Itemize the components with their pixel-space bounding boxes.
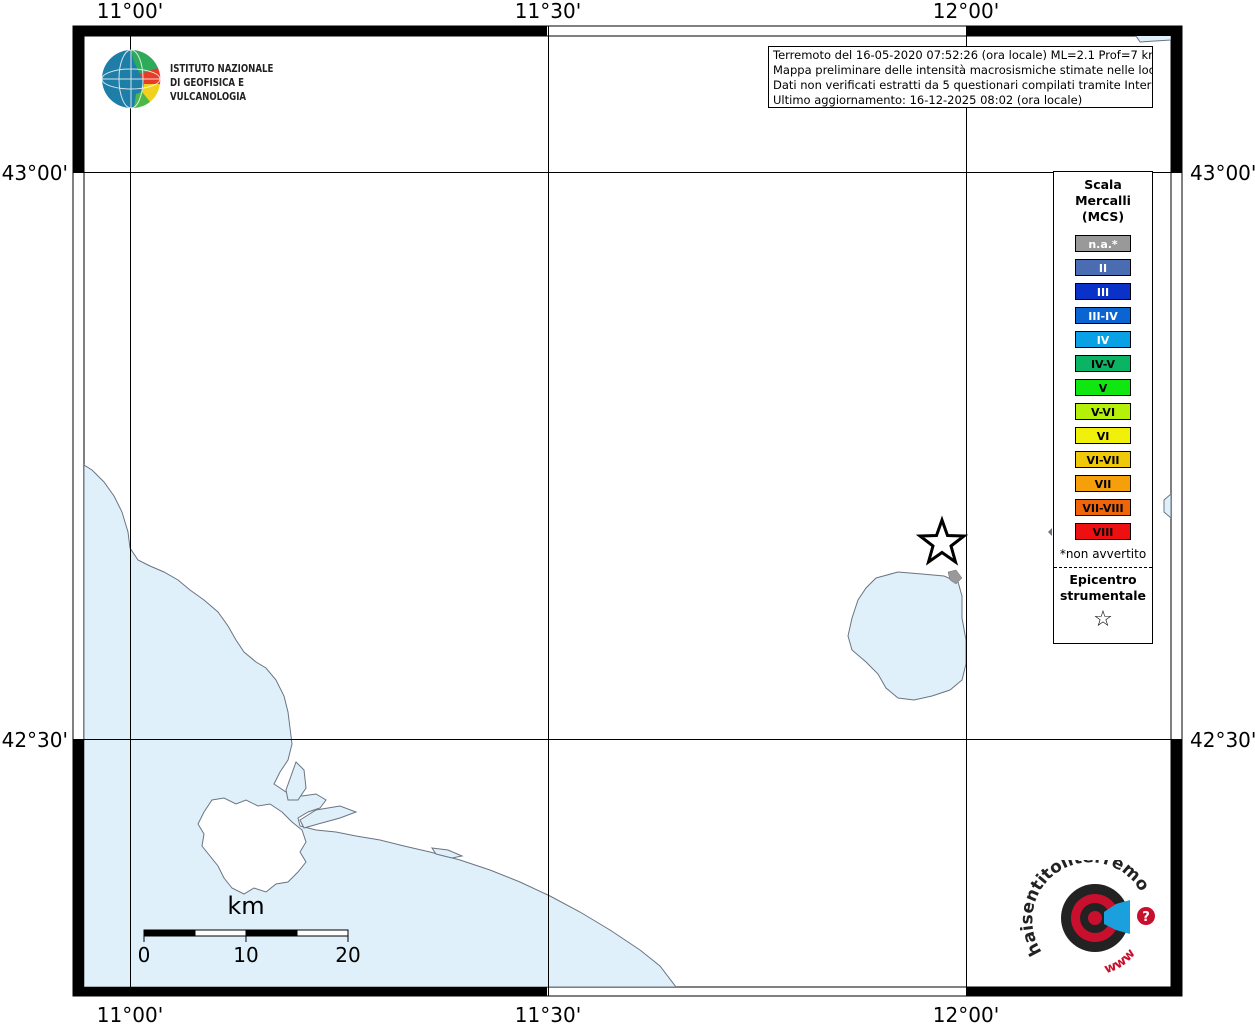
ingv-logo: ISTITUTO NAZIONALE DI GEOFISICA E VULCAN… bbox=[100, 48, 330, 110]
scale-tick-label: 10 bbox=[233, 943, 258, 967]
lon-label-top: 11°30' bbox=[515, 0, 581, 23]
lat-label-right: 42°30' bbox=[1190, 728, 1255, 752]
event-info-line: Terremoto del 16-05-2020 07:52:26 (ora l… bbox=[773, 48, 1153, 62]
hst-logo[interactable]: haisentitoilterremoto.it www ? bbox=[1014, 845, 1170, 980]
lat-label-left: 43°00' bbox=[2, 161, 68, 185]
event-info-box: Terremoto del 16-05-2020 07:52:26 (ora l… bbox=[768, 46, 1153, 108]
legend-item: VII-VIII bbox=[1075, 499, 1131, 516]
hst-logo-subtext: www bbox=[1102, 946, 1138, 977]
legend-item: III-IV bbox=[1075, 307, 1131, 324]
legend-item: IV-V bbox=[1075, 355, 1131, 372]
scale-unit: km bbox=[227, 892, 264, 920]
logo-line-1: ISTITUTO NAZIONALE bbox=[170, 63, 274, 75]
frame-bar bbox=[73, 26, 84, 172]
legend-item: VI bbox=[1075, 427, 1131, 444]
scale-tick-label: 20 bbox=[335, 943, 360, 967]
frame-bar bbox=[73, 739, 84, 996]
lon-label-bottom: 11°00' bbox=[97, 1003, 163, 1024]
legend-divider bbox=[1054, 567, 1152, 568]
legend-item: V-VI bbox=[1075, 403, 1131, 420]
ingv-logo-text: ISTITUTO NAZIONALE DI GEOFISICA E VULCAN… bbox=[170, 62, 301, 104]
legend-note: *non avvertito bbox=[1059, 547, 1147, 561]
legend-item: III bbox=[1075, 283, 1131, 300]
legend-item: II bbox=[1075, 259, 1131, 276]
event-info-line: Ultimo aggiornamento: 16-12-2025 08:02 (… bbox=[773, 93, 1083, 107]
legend-item: VI-VII bbox=[1075, 451, 1131, 468]
mcs-legend: Scala Mercalli (MCS) n.a.* II III III-IV IV I… bbox=[1053, 171, 1153, 644]
legend-title: Scala Mercalli (MCS) bbox=[1054, 177, 1152, 225]
legend-item: n.a.* bbox=[1075, 235, 1131, 252]
lon-label-bottom: 12°00' bbox=[933, 1003, 999, 1024]
legend-epicenter-line: strumentale bbox=[1059, 588, 1147, 603]
frame-bar bbox=[966, 26, 1182, 36]
event-info-line: Mappa preliminare delle intensità macros… bbox=[773, 63, 1153, 77]
frame-bar bbox=[73, 987, 547, 996]
lon-label-top: 11°00' bbox=[97, 0, 163, 23]
frame-bar bbox=[1171, 26, 1182, 172]
lon-label-top: 12°00' bbox=[933, 0, 999, 23]
legend-title-line: Mercalli bbox=[1075, 193, 1131, 208]
svg-text:www: www bbox=[1102, 946, 1138, 977]
legend-item: V bbox=[1075, 379, 1131, 396]
frame-bar bbox=[1171, 739, 1182, 996]
legend-item: VIII bbox=[1075, 523, 1131, 540]
ingv-globe-icon bbox=[101, 49, 161, 109]
legend-items: n.a.* II III III-IV IV IV-V V V-VI VI VI-VII VII VI… bbox=[1054, 235, 1152, 540]
lon-label-bottom: 11°30' bbox=[515, 1003, 581, 1024]
legend-star-icon: ☆ bbox=[1093, 607, 1113, 632]
legend-title-line: (MCS) bbox=[1081, 209, 1125, 224]
legend-epicenter-label: Epicentro strumentale bbox=[1054, 572, 1152, 604]
legend-title-line: Scala bbox=[1084, 177, 1122, 192]
scale-tick-label: 0 bbox=[138, 943, 151, 967]
hst-question-icon: ? bbox=[1142, 910, 1150, 925]
frame-bar bbox=[966, 987, 1182, 996]
legend-item: IV bbox=[1075, 331, 1131, 348]
hst-logo-graphic: haisentitoilterremoto.it www ? bbox=[1014, 845, 1155, 977]
legend-epicenter-line: Epicentro bbox=[1069, 572, 1137, 587]
legend-item: VII bbox=[1075, 475, 1131, 492]
lat-label-right: 43°00' bbox=[1190, 161, 1255, 185]
lat-label-left: 42°30' bbox=[2, 728, 68, 752]
event-info-line: Dati non verificati estratti da 5 questi… bbox=[773, 78, 1153, 92]
logo-line-2: DI GEOFISICA E VULCANOLOGIA bbox=[170, 77, 247, 103]
frame-bar bbox=[73, 26, 547, 36]
